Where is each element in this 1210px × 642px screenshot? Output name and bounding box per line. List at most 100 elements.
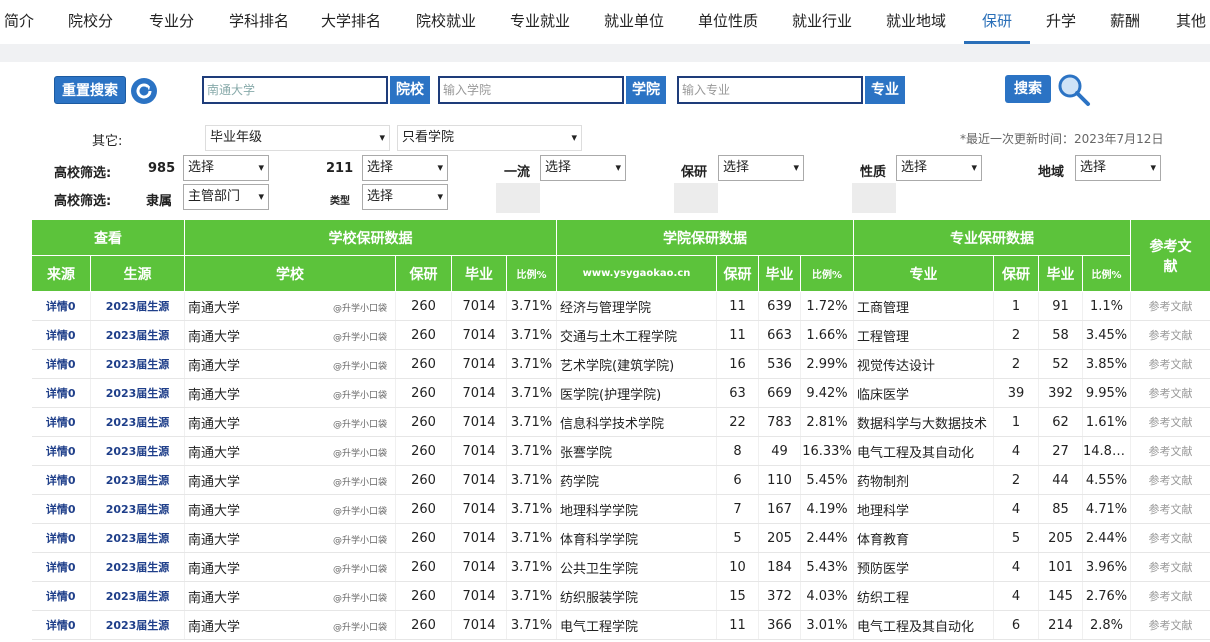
school-input[interactable]: 南通大学 bbox=[202, 76, 388, 104]
cohort-link[interactable]: 2023届生源 bbox=[90, 552, 185, 582]
school-ratio: 3.71% bbox=[506, 552, 557, 582]
major-input[interactable]: 输入专业 bbox=[677, 76, 863, 104]
nav-tab[interactable]: 简介 bbox=[4, 10, 34, 31]
detail-link[interactable]: 详情0 bbox=[31, 552, 91, 582]
college-baoyan: 16 bbox=[716, 349, 759, 379]
detail-link[interactable]: 详情0 bbox=[31, 320, 91, 350]
watermark-text: @升学小口袋 bbox=[332, 449, 387, 459]
college-name: 信息科学技术学院 bbox=[556, 407, 717, 437]
reference-link[interactable]: 参考文献 bbox=[1130, 610, 1210, 640]
reference-link[interactable]: 参考文献 bbox=[1130, 378, 1210, 408]
cohort-link[interactable]: 2023届生源 bbox=[90, 581, 185, 611]
table-row: 详情0 2023届生源 南通大学 @升学小口袋 260 7014 3.71% 公共卫生学院 10… bbox=[31, 552, 1210, 582]
major-name: 预防医学 bbox=[853, 552, 994, 582]
reference-link[interactable]: 参考文献 bbox=[1130, 465, 1210, 495]
college-grad: 372 bbox=[758, 581, 801, 611]
reference-link[interactable]: 参考文献 bbox=[1130, 320, 1210, 350]
reference-link[interactable]: 参考文献 bbox=[1130, 581, 1210, 611]
detail-link[interactable]: 详情0 bbox=[31, 523, 91, 553]
reference-link[interactable]: 参考文献 bbox=[1130, 523, 1210, 553]
refresh-icon[interactable] bbox=[130, 77, 158, 105]
detail-link[interactable]: 详情0 bbox=[31, 407, 91, 437]
school-ratio: 3.71% bbox=[506, 349, 557, 379]
lishu-select[interactable]: 主管部门 ▾ bbox=[183, 184, 269, 210]
nav-tab[interactable]: 其他 bbox=[1176, 10, 1206, 31]
major-grad: 91 bbox=[1038, 291, 1083, 321]
school-filter-label: 高校筛选: bbox=[54, 166, 112, 181]
grad-year-select[interactable]: 毕业年级 ▾ bbox=[205, 125, 390, 151]
school-grad: 7014 bbox=[451, 320, 507, 350]
diyu-select[interactable]: 选择 ▾ bbox=[1075, 155, 1161, 181]
reference-link[interactable]: 参考文献 bbox=[1130, 291, 1210, 321]
cohort-link[interactable]: 2023届生源 bbox=[90, 378, 185, 408]
xingzhi-select[interactable]: 选择 ▾ bbox=[896, 155, 982, 181]
baoyan-select[interactable]: 选择 ▾ bbox=[718, 155, 804, 181]
nav-tab[interactable]: 升学 bbox=[1046, 10, 1076, 31]
nav-tab[interactable]: 就业行业 bbox=[792, 10, 852, 31]
nav-tab[interactable]: 就业单位 bbox=[604, 10, 664, 31]
211-select[interactable]: 选择 ▾ bbox=[362, 155, 448, 181]
school-baoyan: 260 bbox=[395, 291, 452, 321]
985-select[interactable]: 选择 ▾ bbox=[183, 155, 269, 181]
detail-link[interactable]: 详情0 bbox=[31, 610, 91, 640]
search-icon[interactable] bbox=[1056, 73, 1092, 107]
nav-tab[interactable]: 院校就业 bbox=[416, 10, 476, 31]
reference-link[interactable]: 参考文献 bbox=[1130, 552, 1210, 582]
major-grad: 52 bbox=[1038, 349, 1083, 379]
school-name: 南通大学 @升学小口袋 bbox=[184, 465, 396, 495]
college-name: 纺织服装学院 bbox=[556, 581, 717, 611]
cohort-link[interactable]: 2023届生源 bbox=[90, 291, 185, 321]
college-ratio: 2.81% bbox=[800, 407, 854, 437]
chevron-down-icon: ▾ bbox=[437, 161, 443, 174]
school-name: 南通大学 @升学小口袋 bbox=[184, 552, 396, 582]
cohort-link[interactable]: 2023届生源 bbox=[90, 436, 185, 466]
major-name: 药物制剂 bbox=[853, 465, 994, 495]
nav-tab[interactable]: 保研 bbox=[982, 10, 1012, 31]
only-college-select[interactable]: 只看学院 ▾ bbox=[397, 125, 582, 151]
cohort-link[interactable]: 2023届生源 bbox=[90, 320, 185, 350]
nav-tab[interactable]: 专业就业 bbox=[510, 10, 570, 31]
school-ratio: 3.71% bbox=[506, 581, 557, 611]
nav-tab[interactable]: 就业地域 bbox=[886, 10, 946, 31]
school-ratio: 3.71% bbox=[506, 407, 557, 437]
table-row: 详情0 2023届生源 南通大学 @升学小口袋 260 7014 3.71% 张謇学院 8 49 1… bbox=[31, 436, 1210, 466]
leixing-select[interactable]: 选择 ▾ bbox=[362, 184, 448, 210]
cohort-link[interactable]: 2023届生源 bbox=[90, 349, 185, 379]
reference-link[interactable]: 参考文献 bbox=[1130, 494, 1210, 524]
detail-link[interactable]: 详情0 bbox=[31, 436, 91, 466]
detail-link[interactable]: 详情0 bbox=[31, 291, 91, 321]
nav-tab[interactable]: 专业分 bbox=[149, 10, 194, 31]
nav-tab[interactable]: 大学排名 bbox=[321, 10, 381, 31]
school-name-text: 南通大学 bbox=[188, 300, 241, 316]
school-filter-label-2: 高校筛选: bbox=[54, 194, 112, 209]
school-baoyan: 260 bbox=[395, 320, 452, 350]
nav-tab[interactable]: 薪酬 bbox=[1110, 10, 1140, 31]
cohort-link[interactable]: 2023届生源 bbox=[90, 523, 185, 553]
reference-link[interactable]: 参考文献 bbox=[1130, 349, 1210, 379]
cohort-link[interactable]: 2023届生源 bbox=[90, 407, 185, 437]
detail-link[interactable]: 详情0 bbox=[31, 378, 91, 408]
college-input[interactable]: 输入学院 bbox=[438, 76, 624, 104]
chevron-down-icon: ▾ bbox=[1150, 161, 1156, 174]
nav-tab[interactable]: 学科排名 bbox=[229, 10, 289, 31]
nav-tab[interactable]: 院校分 bbox=[68, 10, 113, 31]
detail-link[interactable]: 详情0 bbox=[31, 494, 91, 524]
cohort-link[interactable]: 2023届生源 bbox=[90, 494, 185, 524]
table-row: 详情0 2023届生源 南通大学 @升学小口袋 260 7014 3.71% 地理科学学院 7 1… bbox=[31, 494, 1210, 524]
detail-link[interactable]: 详情0 bbox=[31, 581, 91, 611]
cohort-link[interactable]: 2023届生源 bbox=[90, 610, 185, 640]
school-name-text: 南通大学 bbox=[188, 358, 241, 374]
major-grad: 44 bbox=[1038, 465, 1083, 495]
grad-year-value: 毕业年级 bbox=[210, 130, 263, 145]
yiliu-select[interactable]: 选择 ▾ bbox=[540, 155, 626, 181]
search-button[interactable]: 搜索 bbox=[1005, 75, 1051, 103]
reference-link[interactable]: 参考文献 bbox=[1130, 436, 1210, 466]
reset-search-button[interactable]: 重置搜索 bbox=[54, 76, 126, 104]
reference-link[interactable]: 参考文献 bbox=[1130, 407, 1210, 437]
major-baoyan: 1 bbox=[993, 407, 1039, 437]
nav-tab[interactable]: 单位性质 bbox=[698, 10, 758, 31]
school-name-text: 南通大学 bbox=[188, 329, 241, 345]
cohort-link[interactable]: 2023届生源 bbox=[90, 465, 185, 495]
detail-link[interactable]: 详情0 bbox=[31, 349, 91, 379]
detail-link[interactable]: 详情0 bbox=[31, 465, 91, 495]
